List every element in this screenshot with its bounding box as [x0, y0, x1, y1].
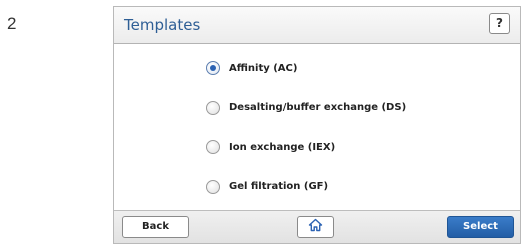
radio-button[interactable] [206, 140, 220, 154]
option-desalting[interactable]: Desalting/buffer exchange (DS) [206, 98, 406, 118]
back-button[interactable]: Back [122, 216, 189, 238]
option-affinity[interactable]: Affinity (AC) [206, 58, 406, 78]
step-number: 2 [7, 14, 17, 33]
option-ion-exchange[interactable]: Ion exchange (IEX) [206, 137, 406, 157]
radio-button[interactable] [206, 100, 220, 115]
help-button[interactable]: ? [489, 13, 510, 34]
home-button[interactable] [297, 216, 334, 238]
option-label: Desalting/buffer exchange (DS) [229, 102, 407, 113]
template-options: Affinity (AC) Desalting/buffer exchange … [206, 58, 406, 216]
radio-button-selected[interactable] [206, 61, 220, 75]
option-gel-filtration[interactable]: Gel filtration (GF) [206, 177, 406, 197]
home-icon [308, 218, 323, 232]
select-button[interactable]: Select [447, 216, 514, 238]
header-bar: Templates ? [114, 7, 520, 44]
page-title: Templates [124, 16, 201, 34]
footer-bar: Back Select [114, 210, 520, 243]
option-label: Ion exchange (IEX) [229, 141, 336, 153]
radio-button[interactable] [206, 179, 220, 194]
templates-screen: Templates ? Affinity (AC) Desalting/buff… [113, 6, 521, 244]
option-label: Affinity (AC) [229, 62, 298, 74]
option-label: Gel filtration (GF) [229, 181, 329, 192]
